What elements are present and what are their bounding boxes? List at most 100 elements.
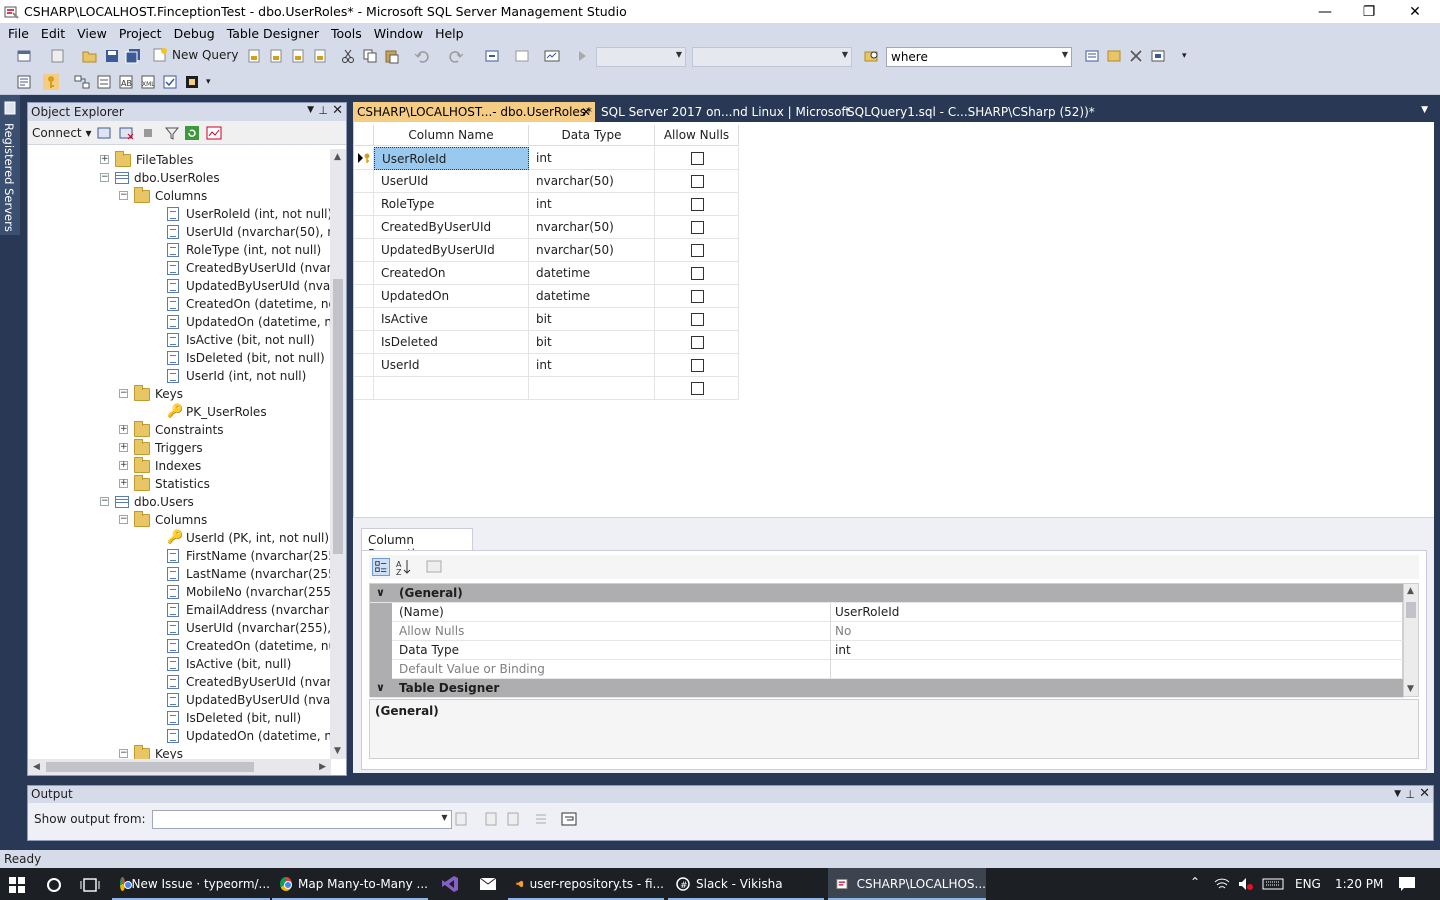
cortana-icon[interactable] (46, 877, 62, 893)
allow-nulls-checkbox[interactable] (691, 198, 704, 211)
next-message-icon[interactable] (505, 811, 521, 827)
table-row[interactable] (354, 377, 739, 400)
row-selector[interactable] (354, 216, 374, 239)
menu-edit[interactable]: Edit (35, 26, 71, 41)
allow-nulls-checkbox[interactable] (691, 359, 704, 372)
tree-node[interactable]: Columns (134, 186, 207, 205)
table-row[interactable]: CreatedOn datetime (354, 262, 739, 285)
column-name-cell[interactable]: UpdatedOn (374, 285, 529, 308)
tree-node[interactable]: 🔑 PK_UserRoles (167, 403, 267, 421)
collapse-icon[interactable]: − (119, 191, 128, 200)
tree-node[interactable]: FileTables (115, 150, 193, 169)
data-type-cell[interactable]: bit (529, 308, 655, 331)
tree-node[interactable]: IsActive (bit, not null) (167, 331, 315, 349)
data-type-cell[interactable]: int (529, 354, 655, 377)
scroll-up-icon[interactable]: ▲ (334, 152, 341, 162)
taskbar-visual-studio[interactable] (432, 868, 468, 900)
data-type-cell[interactable]: int (529, 147, 655, 170)
activity-monitor-icon[interactable] (544, 48, 560, 64)
allow-nulls-checkbox[interactable] (691, 267, 704, 280)
table-row[interactable]: UserUId nvarchar(50) (354, 170, 739, 193)
row-selector[interactable] (354, 285, 374, 308)
tree-node[interactable]: dbo.Users (115, 493, 194, 511)
panel-close-icon[interactable]: ✕ (1419, 785, 1430, 802)
table-row[interactable]: IsActive bit (354, 308, 739, 331)
row-selector[interactable] (354, 262, 374, 285)
taskbar-vscode[interactable]: user-repository.ts - fi... (508, 868, 664, 900)
column-name-cell[interactable]: IsActive (374, 308, 529, 331)
table-row[interactable]: UpdatedOn datetime (354, 285, 739, 308)
row-selector[interactable] (354, 377, 374, 400)
tree-horizontal-scrollbar[interactable]: ◀ ▶ (28, 759, 331, 775)
table-row[interactable]: UpdatedByUserUId nvarchar(50) (354, 239, 739, 262)
solution-config-select[interactable]: ▼ (692, 47, 852, 67)
expand-icon[interactable]: + (119, 443, 128, 452)
tree-node[interactable]: CreatedOn (datetime, null) (167, 637, 331, 655)
property-row[interactable]: Default Value or Binding (370, 660, 1404, 679)
registered-servers-icon[interactable] (1084, 48, 1100, 64)
tree-hscroll-thumb[interactable] (46, 762, 254, 772)
taskbar-ssms[interactable]: CSHARP\LOCALHOS... (828, 868, 986, 900)
tree-node[interactable]: Statistics (134, 474, 210, 493)
data-type-cell[interactable]: bit (529, 331, 655, 354)
cut-icon[interactable] (340, 48, 356, 64)
tree-node[interactable]: UserId (int, not null) (167, 367, 306, 385)
column-name-cell[interactable]: UserRoleId (374, 147, 529, 170)
tree-node[interactable]: 🔑 UserId (PK, int, not null) (167, 529, 329, 547)
execute-icon[interactable] (574, 48, 590, 64)
property-row[interactable]: Data Type int (370, 641, 1404, 660)
chevron-down-icon[interactable]: ∨ (376, 584, 385, 602)
row-selector[interactable] (354, 147, 374, 170)
wifi-icon[interactable] (1214, 877, 1230, 891)
clock[interactable]: 1:20 PM (1335, 877, 1383, 891)
scroll-right-icon[interactable]: ▶ (319, 762, 326, 772)
database-engine-query-icon[interactable] (246, 48, 262, 64)
property-value[interactable]: int (832, 641, 851, 659)
undo-icon[interactable] (414, 48, 430, 64)
tree-node[interactable]: dbo.UserRoles (115, 169, 220, 187)
paste-icon[interactable] (384, 48, 400, 64)
collapse-icon[interactable]: − (119, 515, 128, 524)
categorized-icon[interactable] (372, 558, 390, 576)
toolbar2-overflow-icon[interactable]: ▾ (206, 77, 211, 87)
taskbar-chrome-typeorm[interactable]: New Issue · typeorm/... (112, 868, 270, 900)
tree-node[interactable]: CreatedByUserUId (nvarcha (167, 673, 331, 691)
keyboard-icon[interactable] (1262, 878, 1284, 890)
manage-xml-indexes-icon[interactable]: XML (140, 74, 156, 90)
scroll-down-icon[interactable]: ▼ (1407, 684, 1414, 694)
allow-nulls-checkbox[interactable] (691, 313, 704, 326)
property-row[interactable]: Allow Nulls No (370, 622, 1404, 641)
save-icon[interactable] (104, 48, 120, 64)
column-name-cell[interactable]: IsDeleted (374, 331, 529, 354)
toolbar-overflow-icon[interactable]: ▾ (1182, 51, 1187, 61)
navigate-backward-icon[interactable] (484, 48, 500, 64)
tree-node[interactable]: CreatedByUserUId (nvarcha (167, 259, 331, 277)
activity-monitor-small-icon[interactable] (206, 125, 222, 141)
property-category[interactable]: ∨ Table Designer (370, 679, 1404, 698)
tree-node[interactable]: MobileNo (nvarchar(255), r (167, 583, 331, 601)
tree-node[interactable]: UserUId (nvarchar(255), not (167, 619, 331, 637)
property-row[interactable]: (Name) UserRoleId (370, 603, 1404, 622)
property-pages-icon[interactable] (425, 558, 443, 576)
new-query-button[interactable]: New Query (152, 47, 238, 63)
expand-icon[interactable]: + (119, 461, 128, 470)
tab-close-icon[interactable]: ✕ (581, 105, 591, 119)
collapse-icon[interactable]: − (100, 497, 109, 506)
word-wrap-icon[interactable] (561, 811, 577, 827)
row-selector[interactable] (354, 170, 374, 193)
column-properties-tab[interactable]: Column Properties (361, 528, 473, 561)
tree-node[interactable]: UpdatedByUserUId (nvarch (167, 277, 331, 295)
tree-vertical-scrollbar[interactable]: ▲ ▼ (330, 149, 346, 759)
table-row[interactable]: UserId int (354, 354, 739, 377)
row-selector[interactable] (354, 239, 374, 262)
column-name-cell[interactable]: CreatedOn (374, 262, 529, 285)
previous-message-icon[interactable] (483, 811, 499, 827)
xmla-query-icon[interactable] (290, 48, 306, 64)
tab-sqlquery1[interactable]: SQLQuery1.sql - C...SHARP\CSharp (52))* (843, 102, 1099, 122)
column-name-cell[interactable]: UpdatedByUserUId (374, 239, 529, 262)
tab-sql-server-docs[interactable]: SQL Server 2017 on...nd Linux | Microsof… (597, 102, 854, 122)
tree-node[interactable]: FirstName (nvarchar(255), r (167, 547, 331, 565)
chevron-down-icon[interactable]: ∨ (376, 679, 385, 697)
new-project-icon[interactable] (16, 48, 32, 64)
tree-node[interactable]: Triggers (134, 438, 203, 457)
